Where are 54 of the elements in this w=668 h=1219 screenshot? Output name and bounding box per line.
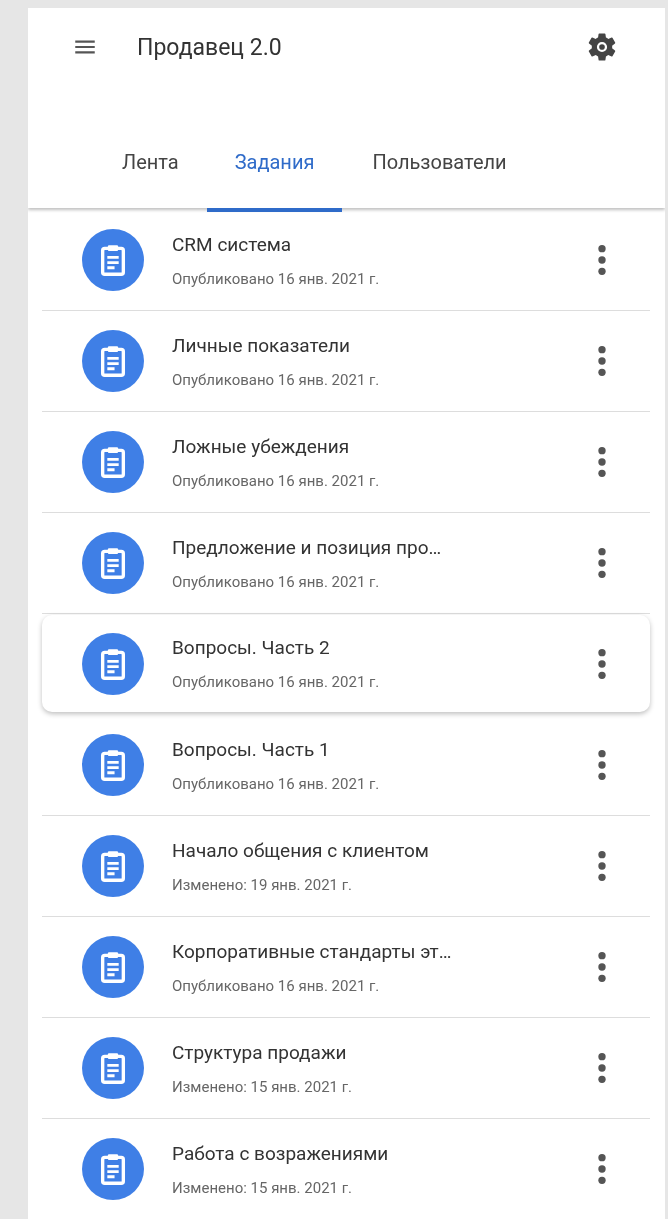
item-date: Изменено: 19 янв. 2021 г. xyxy=(172,875,353,894)
item-title: Ложные убеждения xyxy=(172,434,351,458)
more-icon[interactable] xyxy=(595,748,609,782)
more-icon[interactable] xyxy=(595,344,609,378)
item-title: Предложение и позиция про… xyxy=(172,535,443,559)
more-icon[interactable] xyxy=(595,646,609,681)
clipboard-icon xyxy=(82,936,144,998)
list-item[interactable]: Корпоративные стандарты эт… Опубликовано 16 янв. 2021 г. xyxy=(42,917,650,1018)
more-icon[interactable] xyxy=(595,445,609,479)
item-date: Изменено: 15 янв. 2021 г. xyxy=(172,1178,353,1197)
tab[interactable]: Пользователи xyxy=(358,122,521,212)
list-item[interactable]: Предложение и позиция про… Опубликовано 16 янв. 2021 г. xyxy=(42,513,650,614)
clipboard-icon xyxy=(82,1138,144,1200)
more-icon[interactable] xyxy=(595,849,609,883)
clipboard-icon xyxy=(82,835,144,897)
more-icon[interactable] xyxy=(595,546,609,580)
item-date: Опубликовано 16 янв. 2021 г. xyxy=(172,572,381,591)
tab[interactable]: Лента xyxy=(108,122,193,212)
clipboard-icon xyxy=(82,734,144,796)
more-icon[interactable] xyxy=(595,1152,609,1186)
item-title: Структура продажи xyxy=(172,1040,348,1064)
item-date: Опубликовано 16 янв. 2021 г. xyxy=(172,269,381,288)
item-title: Личные показатели xyxy=(172,333,351,357)
clipboard-icon xyxy=(82,1037,144,1099)
more-icon[interactable] xyxy=(595,1051,609,1085)
item-date: Опубликовано 16 янв. 2021 г. xyxy=(172,774,381,793)
item-date: Опубликовано 16 янв. 2021 г. xyxy=(172,471,381,490)
item-date: Опубликовано 16 янв. 2021 г. xyxy=(172,370,381,389)
more-icon[interactable] xyxy=(595,243,609,277)
list-item[interactable]: Ложные убеждения Опубликовано 16 янв. 2021 г. xyxy=(42,412,650,513)
list-item[interactable]: Структура продажи Изменено: 15 янв. 2021 г. xyxy=(42,1018,650,1119)
item-title: Корпоративные стандарты эт… xyxy=(172,939,453,963)
clipboard-icon xyxy=(82,229,144,291)
clipboard-icon xyxy=(82,431,144,493)
item-title: Работа с возражениями xyxy=(172,1141,390,1165)
item-date: Опубликовано 16 янв. 2021 г. xyxy=(172,673,381,691)
app-title: Продавец 2.0 xyxy=(137,33,283,61)
more-icon[interactable] xyxy=(595,950,609,984)
item-title: Начало общения с клиентом xyxy=(172,838,430,862)
list-item[interactable]: CRM система Опубликовано 16 янв. 2021 г. xyxy=(42,210,650,311)
list-item[interactable]: Вопросы. Часть 2 Опубликовано 16 янв. 2021 г. xyxy=(42,615,650,712)
item-date: Опубликовано 16 янв. 2021 г. xyxy=(172,976,381,995)
item-date: Изменено: 15 янв. 2021 г. xyxy=(172,1077,353,1096)
clipboard-icon xyxy=(82,532,144,594)
tab[interactable]: Задания xyxy=(206,122,343,212)
list-item[interactable]: Личные показатели Опубликовано 16 янв. 2021 г. xyxy=(42,311,650,412)
item-title: CRM система xyxy=(172,232,293,256)
clipboard-icon xyxy=(82,330,144,392)
list-item[interactable]: Вопросы. Часть 1 Опубликовано 16 янв. 2021 г. xyxy=(42,715,650,816)
clipboard-icon xyxy=(82,632,144,695)
item-title: Вопросы. Часть 2 xyxy=(172,636,331,659)
list-item[interactable]: Работа с возражениями Изменено: 15 янв. 2021 г. xyxy=(42,1119,650,1219)
list-item[interactable]: Начало общения с клиентом Изменено: 19 янв. 2021 г. xyxy=(42,816,650,917)
item-title: Вопросы. Часть 1 xyxy=(172,737,331,761)
